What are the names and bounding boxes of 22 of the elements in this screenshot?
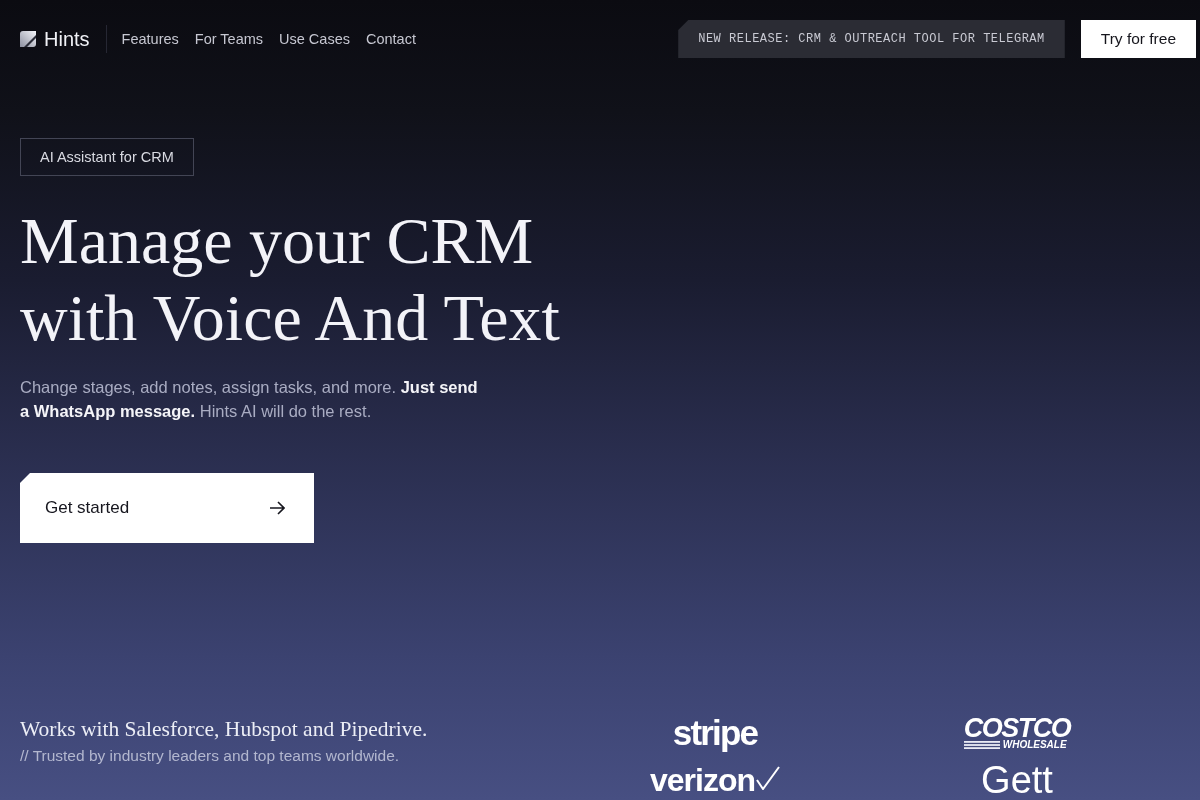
trusted-caption: // Trusted by industry leaders and top teams worldwide. <box>20 746 401 766</box>
brand-wordmark: stripe <box>672 716 758 750</box>
headline: Manage your CRM with Voice And Text <box>20 203 561 356</box>
brand-wordmark: COSTCO <box>963 716 1071 740</box>
announcement-link[interactable]: NEW RELEASE: CRM & OUTREACH TOOL FOR TELEGRAM <box>678 20 1065 58</box>
logo-icon <box>20 31 36 47</box>
brand-link[interactable]: Hints <box>20 27 90 51</box>
arrow-right-icon <box>269 501 285 515</box>
nav-link[interactable]: Features <box>121 31 179 47</box>
integrations-heading: Works with Salesforce, Hubspot and Pipedrive. <box>20 716 429 742</box>
checkmark-icon <box>756 766 780 790</box>
wordmark-subtitle: WHOLESALE <box>1002 740 1067 750</box>
brand-wordmark: Gett <box>981 765 1053 795</box>
nav-link[interactable]: For Teams <box>194 31 264 47</box>
hero-description: Change stages, add notes, assign tasks, and more. Just send a WhatsApp message. Hints AI will do the rest. <box>20 377 479 422</box>
brand-wordmark: verizon <box>650 765 755 795</box>
get-started-button[interactable]: Get started <box>20 473 314 543</box>
category-tag: AI Assistant for CRM <box>20 138 194 176</box>
try-for-free-button[interactable]: Try for free <box>1080 20 1196 58</box>
nav-link[interactable]: Contact <box>365 31 416 47</box>
stripes-icon <box>963 741 1000 749</box>
nav-link[interactable]: Use Cases <box>279 31 350 47</box>
